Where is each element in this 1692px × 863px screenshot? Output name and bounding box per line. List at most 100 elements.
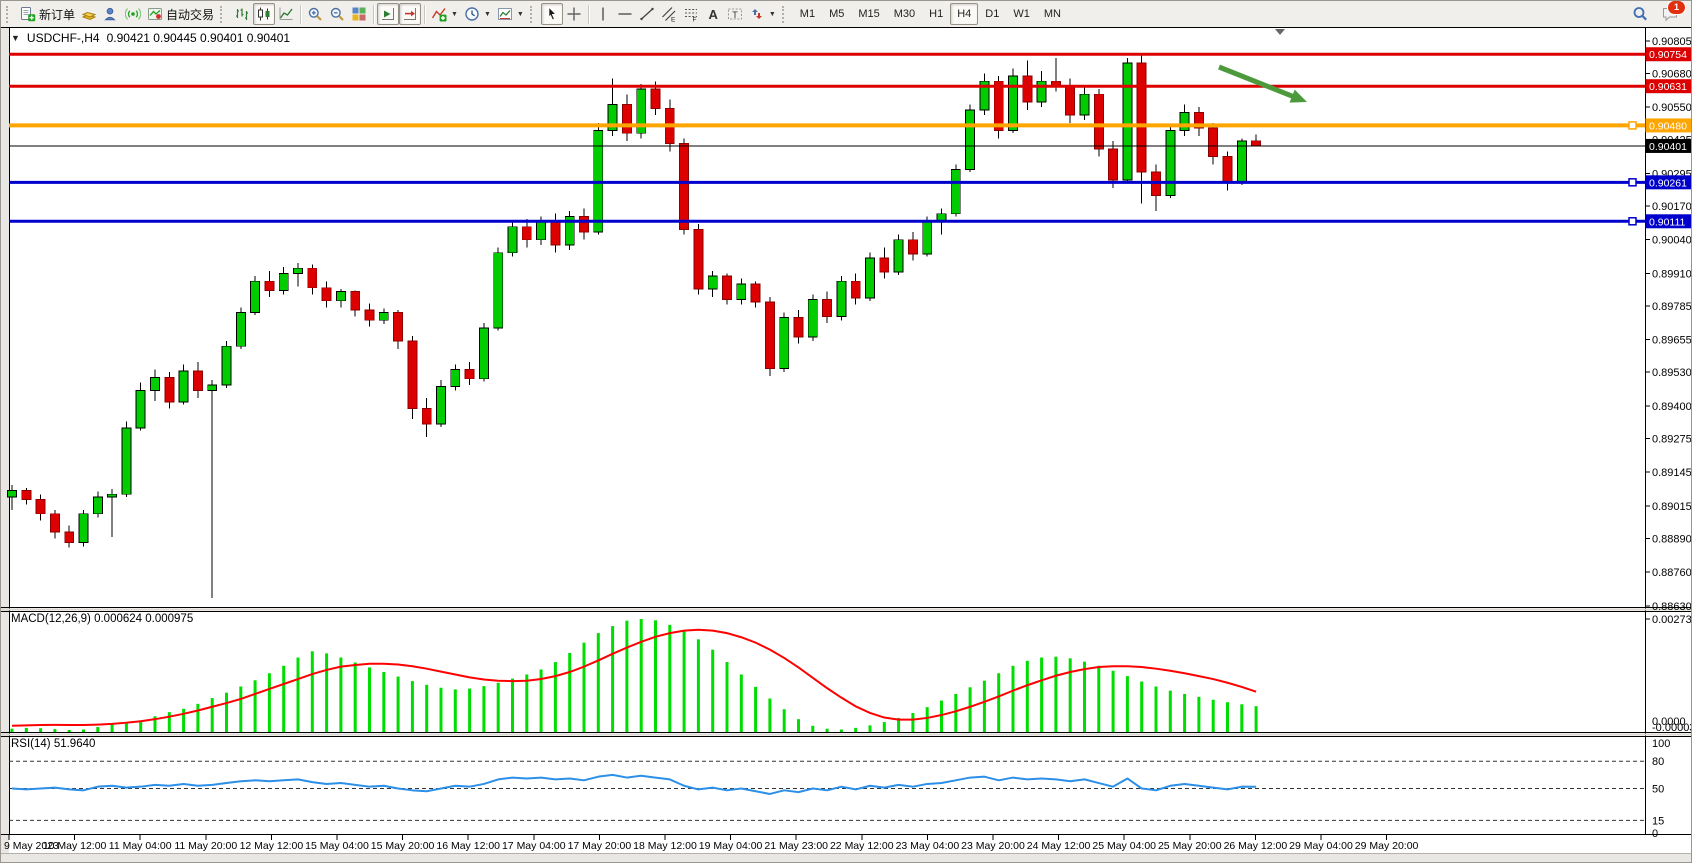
text-button[interactable]: A (702, 3, 724, 25)
notifications-button[interactable]: 1 (1659, 3, 1681, 25)
macd-histogram-bar (354, 662, 357, 732)
zoom-in-icon (307, 6, 323, 22)
arrows-button[interactable]: ▼ (746, 3, 779, 25)
toolbar-group-scroll (377, 1, 421, 27)
text-label-button[interactable]: T (724, 3, 746, 25)
dropdown-caret-icon[interactable]: ▼ (517, 11, 524, 18)
candle-body (50, 514, 59, 532)
market-watch-button[interactable] (78, 3, 100, 25)
price-tick-label: 0.89145 (1652, 467, 1692, 479)
equidistant-channel-button[interactable]: E (658, 3, 680, 25)
macd-histogram-bar (1226, 702, 1229, 732)
fibonacci-button[interactable]: F (680, 3, 702, 25)
candle-body (1066, 86, 1075, 115)
periods-button[interactable]: ▼ (461, 3, 494, 25)
candle-body (765, 302, 774, 368)
timeframe-w1[interactable]: W1 (1006, 3, 1037, 25)
notification-badge: 1 (1668, 1, 1685, 14)
chart-shift-button[interactable] (399, 3, 421, 25)
candle-body (723, 276, 732, 299)
auto-scroll-icon (380, 6, 396, 22)
macd-histogram-bar (497, 683, 500, 732)
horizontal-line-button[interactable] (614, 3, 636, 25)
toolbar-grip[interactable] (530, 6, 537, 23)
macd-tick-label: 0.002731 (1652, 614, 1692, 626)
candle-body (79, 514, 88, 543)
toolbar-group-insert: ▼ ▼ ▼ (428, 1, 527, 27)
text-label-icon: T (727, 6, 743, 22)
trendline-button[interactable] (636, 3, 658, 25)
templates-button[interactable]: ▼ (494, 3, 527, 25)
macd-histogram-bar (625, 621, 628, 732)
cursor-button[interactable] (541, 3, 563, 25)
candle-body (737, 284, 746, 300)
symbol-period-label: USDCHF-,H4 (27, 31, 100, 45)
price-line-tag-label: 0.90631 (1649, 81, 1687, 93)
macd-histogram-bar (597, 633, 600, 732)
signal-button[interactable] (122, 3, 144, 25)
price-tick-label: 0.89275 (1652, 433, 1692, 445)
candle-body (93, 497, 102, 514)
macd-histogram-bar (1140, 682, 1143, 732)
candle-body (265, 281, 274, 290)
dropdown-caret-icon[interactable]: ▼ (484, 11, 491, 18)
dropdown-caret-icon[interactable]: ▼ (769, 11, 776, 18)
timeframe-d1[interactable]: D1 (978, 3, 1006, 25)
time-tick-label: 21 May 23:00 (764, 840, 828, 852)
periods-icon (464, 6, 480, 22)
timeframe-m1[interactable]: M1 (793, 3, 822, 25)
macd-histogram-bar (1197, 697, 1200, 732)
autotrading-button[interactable]: 自动交易 (144, 3, 217, 25)
bar-chart-button[interactable] (231, 3, 253, 25)
macd-histogram-bar (1169, 691, 1172, 732)
tile-windows-button[interactable] (348, 3, 370, 25)
price-tick-label: 0.89785 (1652, 301, 1692, 313)
toolbar-grip[interactable] (6, 6, 13, 23)
timeframe-m15[interactable]: M15 (851, 3, 886, 25)
profile-icon (103, 6, 119, 22)
pane-splitter[interactable] (1, 734, 1692, 736)
rsi-tick-label: 15 (1652, 815, 1664, 827)
timeframe-m30-label: M30 (894, 8, 915, 20)
chart-dropdown-icon[interactable]: ▼ (11, 33, 20, 43)
macd-histogram-bar (754, 687, 757, 732)
macd-histogram-bar (768, 698, 771, 732)
bars-icon (234, 6, 250, 22)
profile-button[interactable] (100, 3, 122, 25)
macd-histogram-bar (82, 730, 85, 732)
line-handle[interactable] (1629, 179, 1636, 186)
macd-histogram-bar (1212, 700, 1215, 732)
timeframe-h4[interactable]: H4 (950, 3, 978, 25)
timeframe-mn[interactable]: MN (1037, 3, 1068, 25)
candle-body (966, 110, 975, 170)
candle-body (537, 222, 546, 240)
svg-text:A: A (708, 7, 718, 22)
line-chart-button[interactable] (275, 3, 297, 25)
line-handle[interactable] (1629, 218, 1636, 225)
vertical-line-button[interactable] (592, 3, 614, 25)
candle-body (651, 89, 660, 108)
macd-histogram-bar (53, 729, 56, 732)
timeframe-h1-label: H1 (929, 8, 943, 20)
crosshair-button[interactable] (563, 3, 585, 25)
pane-splitter[interactable] (1, 609, 1692, 611)
new-order-button[interactable]: 新订单 (17, 3, 78, 25)
zoom-out-button[interactable] (326, 3, 348, 25)
toolbar-grip[interactable] (782, 6, 789, 23)
auto-scroll-button[interactable] (377, 3, 399, 25)
window-frame-bottom (1, 853, 1692, 863)
indicators-button[interactable]: ▼ (428, 3, 461, 25)
timeframe-m5[interactable]: M5 (822, 3, 851, 25)
dropdown-caret-icon[interactable]: ▼ (451, 11, 458, 18)
macd-histogram-bar (1112, 671, 1115, 732)
line-handle[interactable] (1629, 122, 1636, 129)
macd-histogram-bar (196, 704, 199, 732)
timeframe-m30[interactable]: M30 (887, 3, 922, 25)
candle-body (866, 258, 875, 298)
timeframe-h1[interactable]: H1 (922, 3, 950, 25)
search-button[interactable] (1629, 3, 1651, 25)
signal-icon (125, 6, 141, 22)
zoom-in-button[interactable] (304, 3, 326, 25)
toolbar-grip[interactable] (220, 6, 227, 23)
candlestick-button[interactable] (253, 3, 275, 25)
